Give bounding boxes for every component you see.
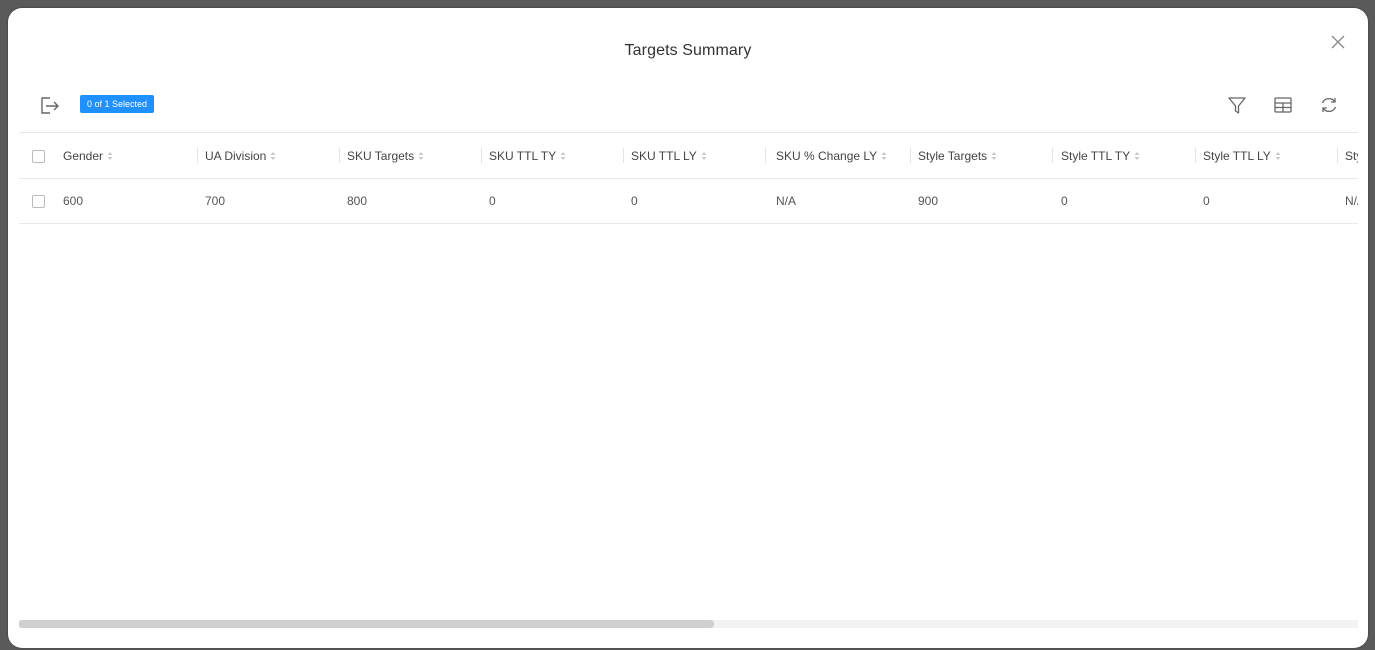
toolbar: 0 of 1 Selected [8, 92, 1368, 118]
filter-icon[interactable] [1226, 94, 1248, 116]
sort-icon [560, 151, 566, 160]
column-header-style-partial[interactable]: Styl [1345, 133, 1358, 178]
sort-icon [270, 151, 276, 160]
sort-icon [1275, 151, 1281, 160]
cell-sku-ttl-ly: 0 [631, 194, 638, 208]
select-all-checkbox[interactable] [32, 149, 45, 163]
targets-summary-dialog: Targets Summary 0 of 1 Selected Gender U… [8, 8, 1368, 648]
column-header-sku-ttl-ty[interactable]: SKU TTL TY [489, 133, 566, 178]
column-separator[interactable] [481, 148, 482, 163]
cell-style-ttl-ty: 0 [1061, 194, 1068, 208]
column-separator[interactable] [765, 148, 766, 163]
column-header-sku-targets[interactable]: SKU Targets [347, 133, 424, 178]
columns-icon[interactable] [1272, 94, 1294, 116]
sort-icon [418, 151, 424, 160]
dialog-title: Targets Summary [624, 42, 752, 59]
column-header-sku-ttl-ly[interactable]: SKU TTL LY [631, 133, 707, 178]
cell-ua-division: 700 [205, 194, 226, 208]
column-header-style-targets[interactable]: Style Targets [918, 133, 997, 178]
column-header-gender[interactable]: Gender [63, 133, 113, 178]
column-separator[interactable] [1195, 148, 1196, 163]
column-separator[interactable] [623, 148, 624, 163]
cell-style-partial: N/A [1345, 194, 1358, 208]
scrollbar-thumb[interactable] [19, 620, 714, 628]
table-header-row: Gender UA Division SKU Targets SKU TTL T… [19, 133, 1358, 179]
close-icon[interactable] [1330, 34, 1346, 50]
cell-sku-ttl-ty: 0 [489, 194, 496, 208]
column-separator[interactable] [339, 148, 340, 163]
cell-sku-targets: 800 [347, 194, 368, 208]
column-header-style-ttl-ly[interactable]: Style TTL LY [1203, 133, 1281, 178]
horizontal-scrollbar[interactable] [19, 620, 1358, 628]
refresh-icon[interactable] [1318, 94, 1340, 116]
cell-style-targets: 900 [918, 194, 939, 208]
column-separator[interactable] [910, 148, 911, 163]
column-separator[interactable] [197, 148, 198, 163]
export-icon[interactable] [38, 94, 60, 116]
column-header-sku-change-ly[interactable]: SKU % Change LY [776, 133, 887, 178]
selection-count-badge: 0 of 1 Selected [80, 95, 155, 113]
sort-icon [107, 151, 113, 160]
column-separator[interactable] [1052, 148, 1053, 163]
column-header-style-ttl-ty[interactable]: Style TTL TY [1061, 133, 1140, 178]
sort-icon [991, 151, 997, 160]
table-row[interactable]: 600 700 800 0 0 N/A 900 0 0 N/A [19, 179, 1358, 224]
sort-icon [1134, 151, 1140, 160]
row-checkbox[interactable] [32, 195, 45, 208]
column-header-ua-division[interactable]: UA Division [205, 133, 276, 178]
column-separator[interactable] [1337, 148, 1338, 163]
targets-table: Gender UA Division SKU Targets SKU TTL T… [19, 132, 1358, 633]
cell-sku-change-ly: N/A [776, 194, 797, 208]
sort-icon [701, 151, 707, 160]
cell-gender: 600 [63, 194, 84, 208]
cell-style-ttl-ly: 0 [1203, 194, 1210, 208]
sort-icon [881, 151, 887, 160]
